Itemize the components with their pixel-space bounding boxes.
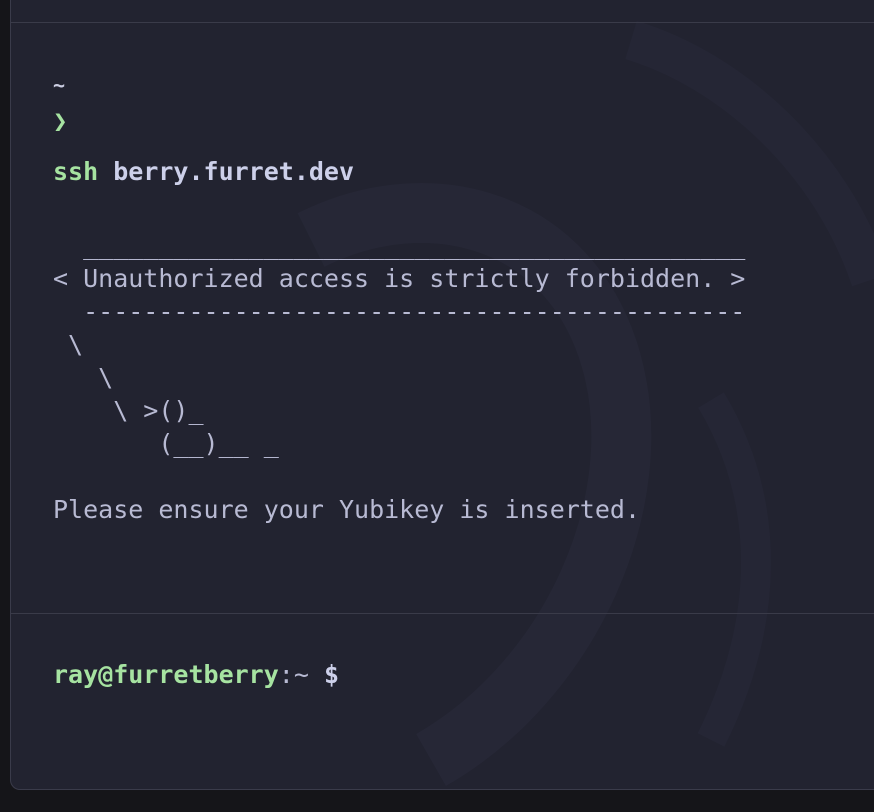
prompt-chevron-icon: ❯ [53, 107, 68, 135]
block-divider-bottom [11, 613, 874, 614]
shell-prompt-input[interactable]: ray@furretberry:~ $ [53, 660, 339, 689]
command-line[interactable]: ssh berry.furret.dev [53, 157, 354, 186]
terminal-window: ~ ❯ ssh berry.furret.dev _______________… [10, 0, 874, 790]
prompt-dollar: $ [308, 660, 339, 689]
prompt-user-host: ray@furretberry [53, 660, 279, 689]
command-argument: berry.furret.dev [113, 157, 355, 186]
block-divider-top [11, 22, 874, 23]
command-output: ________________________________________… [53, 231, 746, 524]
prompt-path: :~ [278, 660, 309, 689]
command-name: ssh [53, 157, 99, 186]
working-directory: ~ [53, 73, 66, 97]
